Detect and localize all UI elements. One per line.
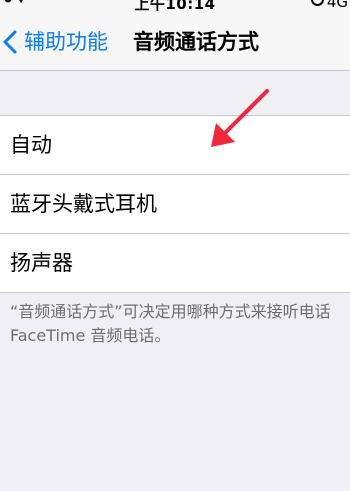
page-title: 音频通话方式	[133, 30, 259, 54]
footer-line-2: FaceTime 音频电话。	[10, 326, 171, 345]
back-button[interactable]: 辅助功能	[0, 20, 108, 64]
status-time: 上午10:14	[134, 0, 216, 13]
battery-icon	[310, 0, 324, 6]
navigation-bar: 辅助功能 音频通话方式	[0, 20, 350, 71]
chevron-left-icon	[3, 30, 17, 54]
option-bluetooth-headset[interactable]: 蓝牙头戴式耳机	[0, 174, 350, 233]
option-label: 扬声器	[10, 251, 73, 275]
option-label: 自动	[10, 133, 52, 157]
option-label: 蓝牙头戴式耳机	[10, 192, 157, 216]
option-auto[interactable]: 自动	[0, 116, 350, 174]
status-bar: 上午10:14 4G	[0, 0, 350, 20]
options-list: 自动 蓝牙头戴式耳机 扬声器	[0, 115, 350, 293]
option-speaker[interactable]: 扬声器	[0, 233, 350, 292]
network-label: 4G	[326, 0, 348, 11]
network-indicator: 4G	[310, 0, 348, 11]
back-label: 辅助功能	[24, 30, 108, 54]
footer-note: “音频通话方式”可决定用哪种方式来接听电话 FaceTime 音频电话。	[10, 300, 350, 348]
footer-line-1: “音频通话方式”可决定用哪种方式来接听电话	[10, 302, 331, 321]
